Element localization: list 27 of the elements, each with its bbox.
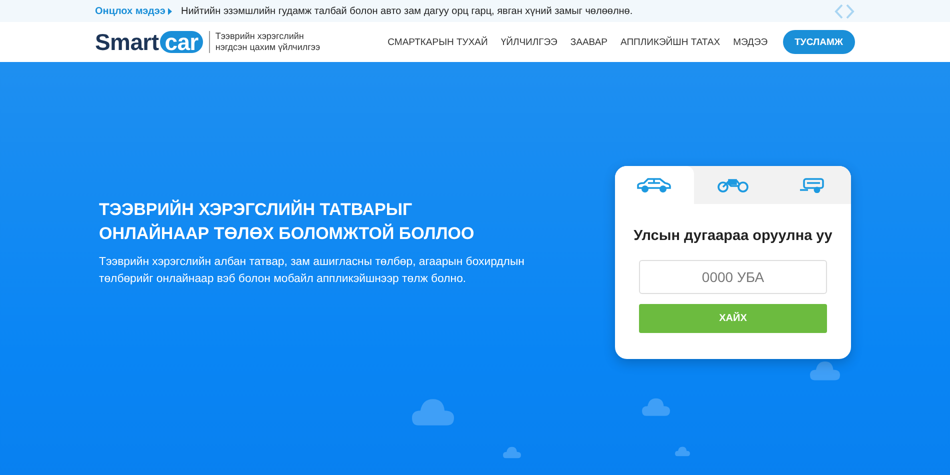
caret-icon bbox=[168, 8, 172, 14]
nav-link[interactable]: ЗААВАР bbox=[570, 36, 608, 48]
cloud-icon bbox=[503, 446, 521, 459]
featured-news-label: Онцлох мэдээ bbox=[95, 6, 181, 16]
trailer-icon bbox=[798, 177, 825, 193]
cloud-icon bbox=[675, 446, 690, 456]
chevron-left-icon[interactable] bbox=[834, 4, 843, 18]
news-headline[interactable]: Нийтийн эзэмшлийн гудамж талбай болон авто зам дагуу орц гарц, явган хүний замыг чөлөөлнө. bbox=[181, 6, 834, 16]
help-button[interactable]: ТУСЛАМЖ bbox=[782, 30, 855, 54]
tagline-text: Тээврийн хэрэгслийн bbox=[215, 31, 305, 42]
car-icon bbox=[636, 177, 672, 193]
nav-link[interactable]: МЭДЭЭ bbox=[733, 36, 768, 48]
hero-description: Тээврийн хэрэгслийн албан татвар, зам ашигласны төлбөр, агаарын бохирдлын төлбөрийг онлайнаар вэб болон мобайл аппликэйшнээр төлж болно. bbox=[99, 254, 526, 286]
smartcar-logo[interactable]: Smart car bbox=[95, 28, 204, 56]
nav-link[interactable]: ҮЙЛЧИЛГЭЭ bbox=[500, 36, 558, 48]
plate-number-field[interactable]: 0000 УБА bbox=[639, 260, 827, 294]
cloud-icon bbox=[642, 397, 670, 417]
cloud-icon bbox=[810, 360, 840, 381]
hero-title: ТЭЭВРИЙН ХЭРЭГСЛИЙН ТАТВАРЫГ ОНЛАЙНААР ТӨЛӨХ БОЛОМЖТОЙ БОЛЛОО bbox=[99, 198, 476, 244]
card-heading: Улсын дугаараа оруулна уу bbox=[634, 228, 832, 244]
vehicle-tab[interactable] bbox=[615, 166, 694, 204]
nav-link[interactable]: СМАРТКАРЫН ТУХАЙ bbox=[388, 36, 488, 48]
chevron-right-icon[interactable] bbox=[846, 4, 855, 18]
tagline-text: нэгдсэн цахим үйлчилгээ bbox=[215, 42, 320, 53]
nav-link[interactable]: АППЛИКЭЙШН ТАТАХ bbox=[620, 36, 720, 48]
motorcycle-icon bbox=[717, 177, 749, 193]
cloud-icon bbox=[412, 397, 454, 426]
